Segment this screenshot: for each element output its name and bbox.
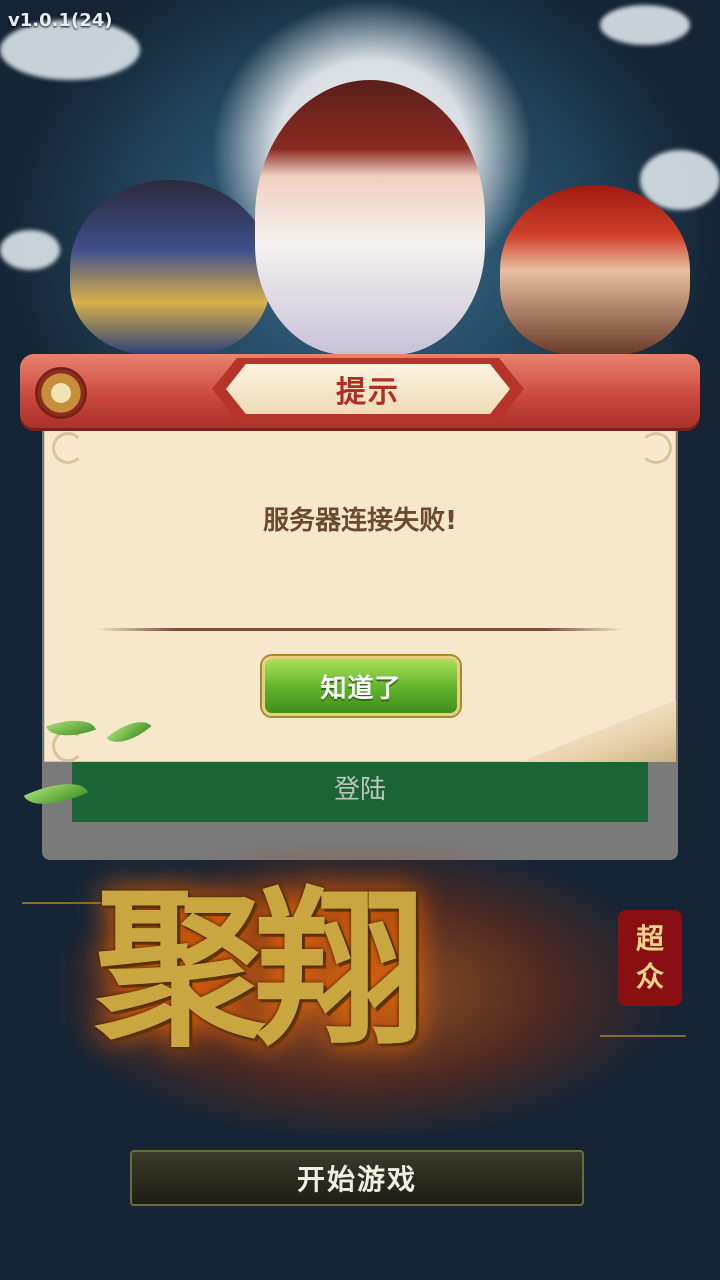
version-label: v1.0.1(24) xyxy=(8,10,113,31)
dialog-divider xyxy=(96,628,624,631)
start-game-button[interactable]: 开始游戏 xyxy=(130,1150,584,1206)
character-heroine-center xyxy=(255,80,485,355)
dialog-title: 提示 xyxy=(226,364,510,414)
logo-seal-char: 超 xyxy=(635,922,664,955)
ok-button[interactable]: 知道了 xyxy=(262,656,460,716)
login-button[interactable]: 登陆 xyxy=(72,752,648,822)
knot-icon xyxy=(38,370,84,416)
corner-ornament xyxy=(640,432,672,464)
dialog-message: 服务器连接失败! xyxy=(263,506,457,536)
character-hero-left xyxy=(70,180,270,355)
corner-ornament xyxy=(52,432,84,464)
game-logo: 聚翔 xyxy=(95,870,425,1070)
logo-seal-char: 众 xyxy=(635,960,664,993)
cloud-decoration xyxy=(0,230,60,270)
logo-seal: 超 众 xyxy=(618,910,682,1006)
character-heroine-right xyxy=(500,185,690,355)
cloud-decoration xyxy=(600,5,690,45)
